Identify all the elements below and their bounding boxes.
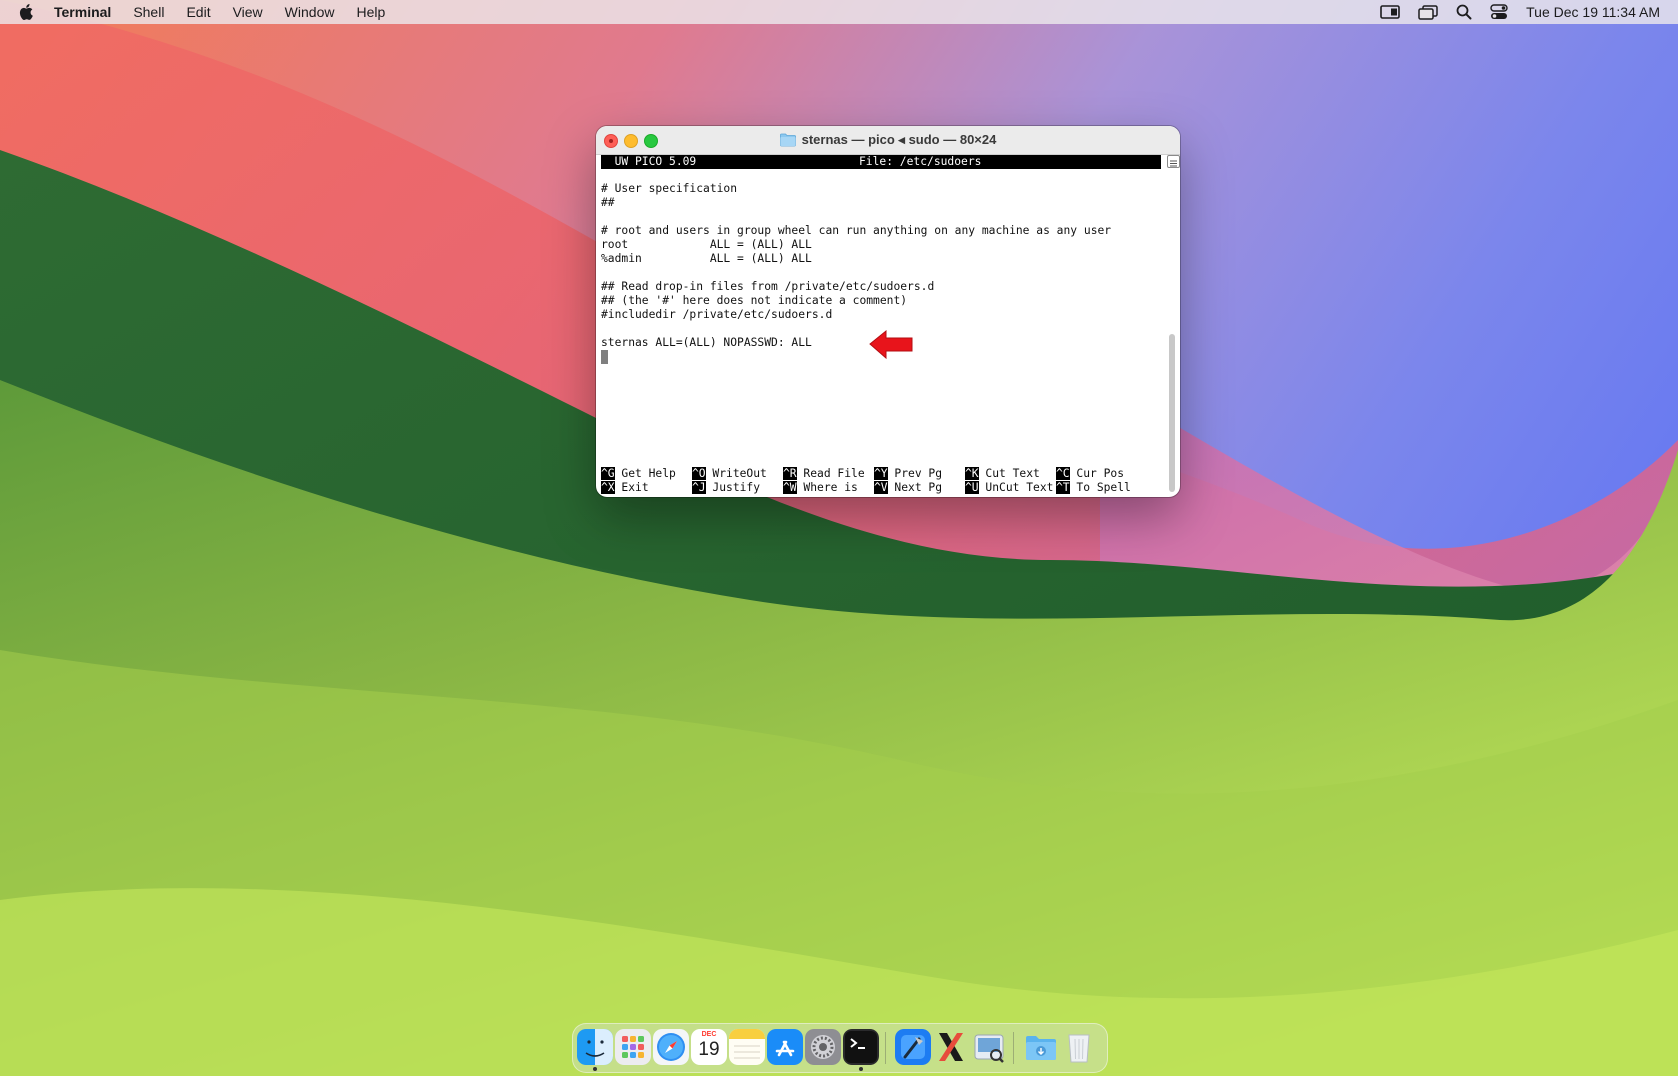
folder-icon: [779, 133, 796, 147]
dock-separator: [885, 1032, 886, 1064]
dock: DEC 19: [572, 1023, 1108, 1073]
shortcut-to-spell[interactable]: ^T To Spell: [1056, 481, 1131, 495]
calendar-icon[interactable]: DEC 19: [691, 1029, 727, 1065]
terminal-icon[interactable]: [843, 1029, 879, 1065]
menu-view[interactable]: View: [233, 4, 263, 20]
shortcut-read-file[interactable]: ^R Read File: [783, 467, 865, 481]
terminal-content[interactable]: UW PICO 5.09 File: /etc/sudoers # User sp…: [601, 155, 1161, 495]
menu-help[interactable]: Help: [356, 4, 385, 20]
menu-app-terminal[interactable]: Terminal: [54, 4, 111, 20]
marks-toggle-icon[interactable]: [1167, 155, 1180, 168]
list-icon: [1170, 160, 1177, 167]
terminal-running-dot: [859, 1067, 863, 1071]
stage-manager-icon[interactable]: [1418, 4, 1438, 20]
terminal-window: sternas — pico ◂ sudo — 80×24 UW PICO 5.…: [596, 126, 1180, 497]
shortcut-where-is[interactable]: ^W Where is: [783, 481, 858, 495]
finder-icon[interactable]: [577, 1029, 613, 1065]
notes-icon[interactable]: [729, 1029, 765, 1065]
shortcut-uncut-text[interactable]: ^U UnCut Text: [965, 481, 1053, 495]
system-settings-icon[interactable]: [805, 1029, 841, 1065]
shortcut-next-pg[interactable]: ^V Next Pg: [874, 481, 942, 495]
window-titlebar[interactable]: sternas — pico ◂ sudo — 80×24: [596, 126, 1180, 155]
shortcut-get-help[interactable]: ^G Get Help: [601, 467, 676, 481]
trash-icon[interactable]: [1061, 1029, 1097, 1065]
screen-mirroring-icon[interactable]: [1380, 5, 1400, 19]
pico-header-bar: UW PICO 5.09 File: /etc/sudoers: [601, 155, 1161, 169]
shortcut-exit[interactable]: ^X Exit: [601, 481, 649, 495]
xcode-icon[interactable]: [895, 1029, 931, 1065]
spotlight-search-icon[interactable]: [1456, 4, 1472, 20]
editor-line: #includedir /private/etc/sudoers.d: [601, 308, 833, 321]
editor-line: root ALL = (ALL) ALL: [601, 238, 812, 251]
preview-icon[interactable]: [971, 1029, 1007, 1065]
calendar-day: 19: [698, 1039, 720, 1060]
editor-line: ##: [601, 196, 615, 209]
menu-extras: Tue Dec 19 11:34 AM: [1380, 0, 1660, 24]
window-title-text: sternas — pico ◂ sudo — 80×24: [801, 132, 997, 147]
shortcut-cur-pos[interactable]: ^C Cur Pos: [1056, 467, 1124, 481]
x11-icon[interactable]: [933, 1029, 969, 1065]
menu-bar: Terminal Shell Edit View Window Help Tue…: [0, 0, 1678, 24]
menu-clock[interactable]: Tue Dec 19 11:34 AM: [1526, 4, 1660, 20]
downloads-folder-icon[interactable]: [1023, 1029, 1059, 1065]
launchpad-icon[interactable]: [615, 1029, 651, 1065]
shortcut-writeout[interactable]: ^O WriteOut: [692, 467, 767, 481]
editor-line: ## (the '#' here does not indicate a com…: [601, 294, 908, 307]
safari-icon[interactable]: [653, 1029, 689, 1065]
shortcut-cut-text[interactable]: ^K Cut Text: [965, 467, 1040, 481]
control-center-icon[interactable]: [1490, 4, 1508, 20]
text-cursor: [601, 350, 608, 364]
editor-line: # User specification: [601, 182, 738, 195]
editor-line: # root and users in group wheel can run …: [601, 224, 1112, 237]
apple-icon[interactable]: [18, 3, 34, 21]
window-title: sternas — pico ◂ sudo — 80×24: [596, 126, 1180, 154]
app-store-icon[interactable]: [767, 1029, 803, 1065]
annotation-arrow-icon: [869, 329, 913, 360]
shortcut-prev-pg[interactable]: ^Y Prev Pg: [874, 467, 942, 481]
editor-line: ## Read drop-in files from /private/etc/…: [601, 280, 935, 293]
menu-shell[interactable]: Shell: [133, 4, 164, 20]
menu-window[interactable]: Window: [285, 4, 335, 20]
calendar-month: DEC: [701, 1031, 717, 1038]
editor-line: %admin ALL = (ALL) ALL: [601, 252, 812, 265]
shortcut-justify[interactable]: ^J Justify: [692, 481, 760, 495]
editor-line-sudo-rule: sternas ALL=(ALL) NOPASSWD: ALL: [601, 336, 812, 349]
dock-separator: [1013, 1032, 1014, 1064]
pico-version: UW PICO 5.09: [601, 155, 697, 168]
pico-file-label: File: /etc/sudoers: [859, 155, 982, 168]
scrollbar[interactable]: [1169, 334, 1175, 492]
menu-edit[interactable]: Edit: [186, 4, 210, 20]
finder-running-dot: [593, 1067, 597, 1071]
